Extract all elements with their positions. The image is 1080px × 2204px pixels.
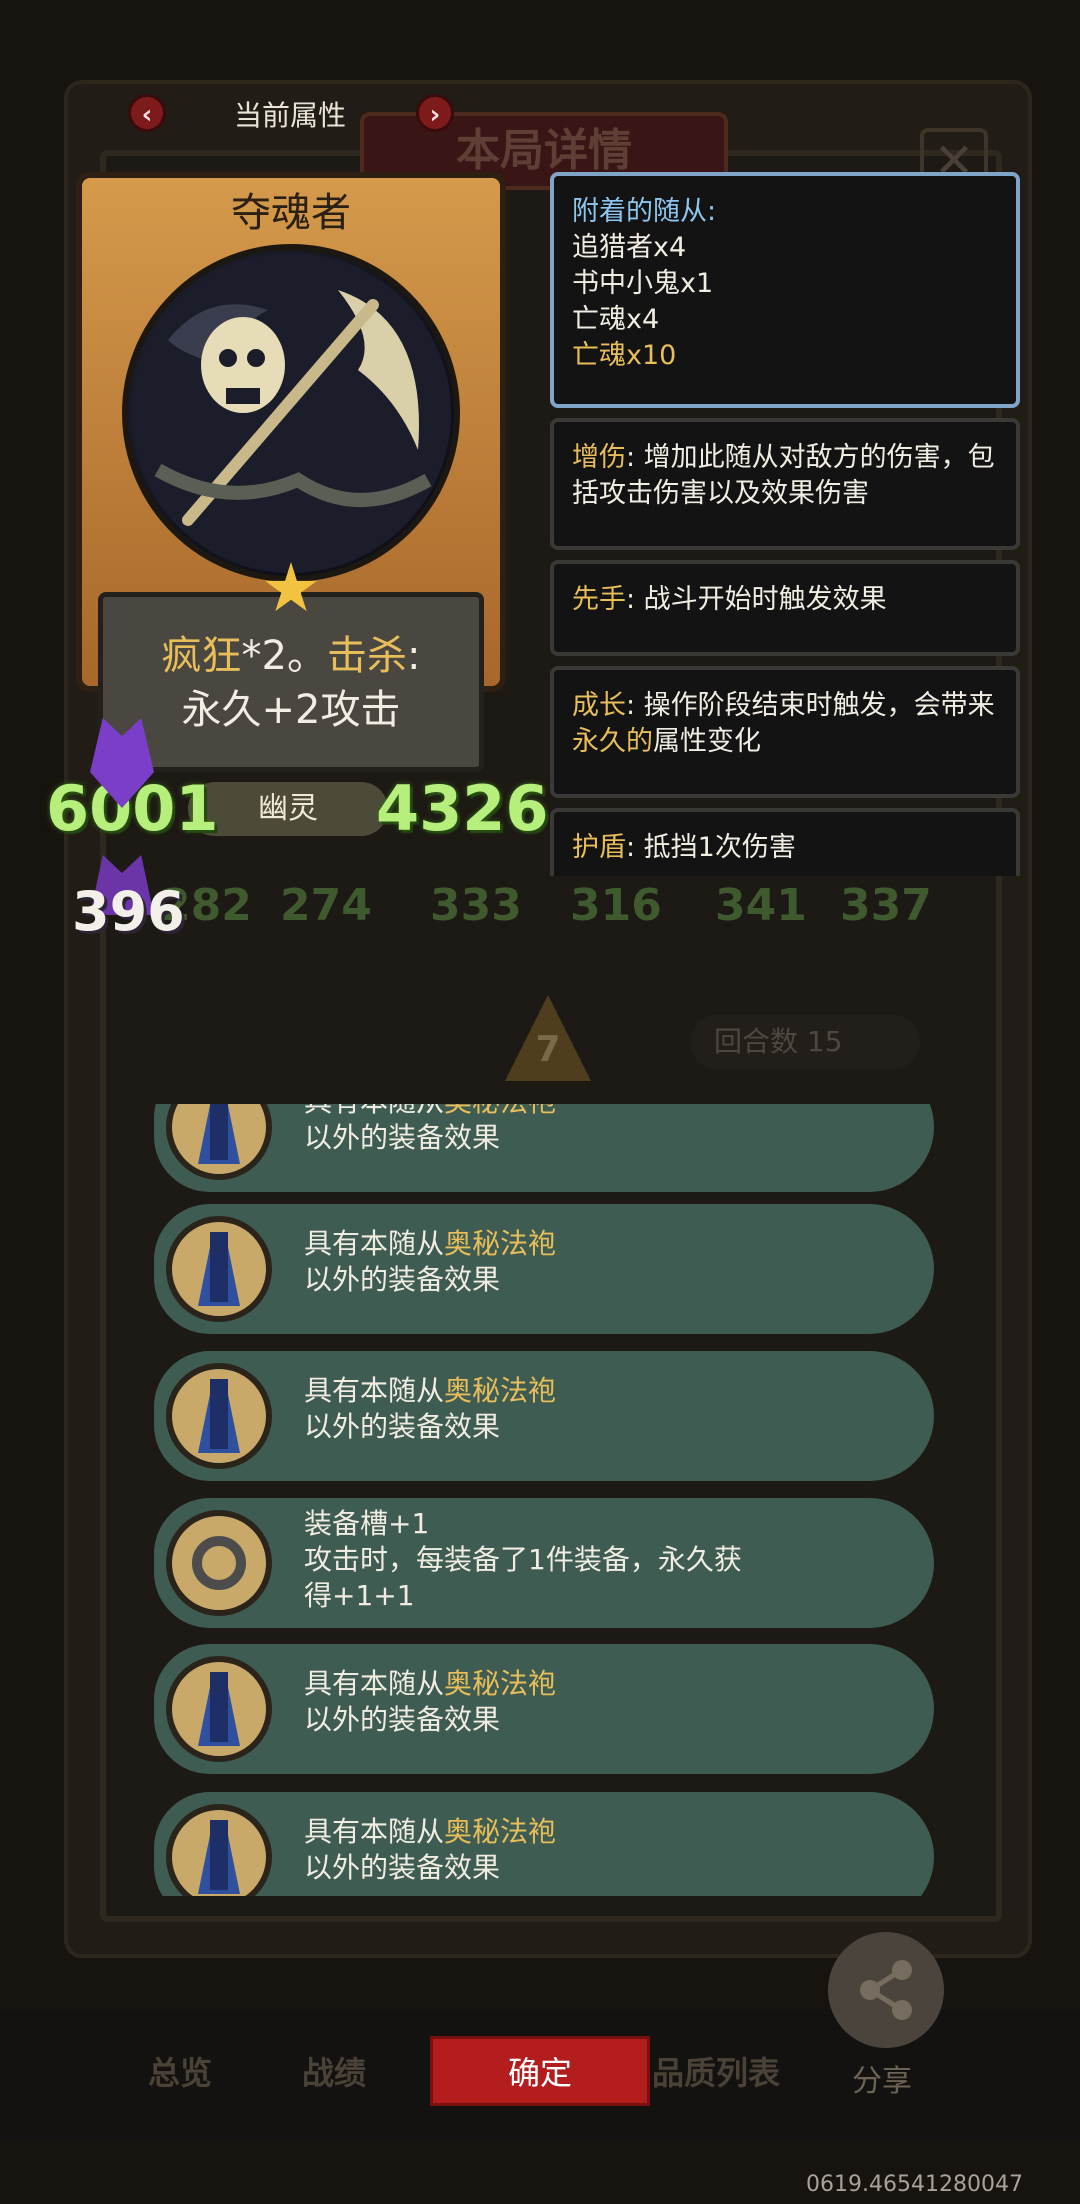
keyword-name: 护盾 bbox=[572, 832, 626, 863]
equipment-row[interactable]: 具有本随从奥秘法袍以外的装备效果 bbox=[154, 1104, 934, 1192]
equipment-text: 具有本随从 bbox=[304, 1227, 445, 1260]
share-icon[interactable] bbox=[828, 1932, 944, 2048]
robe-icon bbox=[166, 1104, 272, 1180]
rounds-counter: 回合数 15 bbox=[690, 1015, 920, 1069]
equipment-text: 具有本随从 bbox=[304, 1667, 445, 1700]
keyword-text: 属性变化 bbox=[653, 726, 761, 757]
equipment-highlight: 奥秘法袍 bbox=[444, 1227, 557, 1260]
reaper-portrait-icon bbox=[122, 244, 460, 582]
next-arrow-button[interactable]: › bbox=[416, 94, 454, 132]
share-label[interactable]: 分享 bbox=[852, 2056, 912, 2100]
board-number: 316 bbox=[570, 880, 662, 931]
equipment-text: 以外的装备效果 bbox=[304, 1410, 501, 1443]
prev-arrow-button[interactable]: ‹ bbox=[128, 94, 166, 132]
board-number: 337 bbox=[840, 880, 932, 931]
secondary-stat: 396 bbox=[72, 880, 185, 943]
keyword-shield: 护盾: 抵挡1次伤害 bbox=[550, 808, 1020, 876]
board-number: 274 bbox=[280, 880, 372, 931]
equipment-row[interactable]: 具有本随从奥秘法袍以外的装备效果 bbox=[154, 1351, 934, 1481]
keyword-highlight: 永久的 bbox=[572, 726, 653, 757]
equipment-text: 具有本随从 bbox=[304, 1815, 445, 1848]
ability-effect: 永久+2攻击 bbox=[181, 687, 401, 733]
keyword-kill: 击杀 bbox=[326, 633, 407, 679]
attached-item: 亡魂x4 bbox=[572, 304, 660, 335]
equipment-row[interactable]: 装备槽+1 攻击时，每装备了1件装备，永久获 得+1+1 bbox=[154, 1498, 934, 1628]
equipment-text: 具有本随从 bbox=[304, 1104, 444, 1118]
equipment-highlight: 奥秘法袍 bbox=[444, 1667, 557, 1700]
equipment-highlight: 奥秘法袍 bbox=[444, 1374, 557, 1407]
keyword-name: 先手 bbox=[572, 584, 626, 615]
equipment-text: 得+1+1 bbox=[304, 1579, 415, 1612]
page-title: 当前属性 bbox=[233, 99, 346, 132]
keyword-first-strike: 先手: 战斗开始时触发效果 bbox=[550, 560, 1020, 656]
attached-heading: 附着的随从: bbox=[572, 196, 717, 227]
keyword-madness: 疯狂 bbox=[161, 633, 242, 679]
equipment-highlight: 奥秘法袍 bbox=[444, 1104, 556, 1118]
attached-item-highlight: 亡魂x10 bbox=[572, 340, 677, 371]
robe-icon bbox=[166, 1656, 272, 1762]
equipment-text: 具有本随从 bbox=[304, 1374, 445, 1407]
equipment-text: 以外的装备效果 bbox=[304, 1851, 501, 1884]
attached-item: 书中小鬼x1 bbox=[572, 268, 714, 299]
robe-icon bbox=[166, 1216, 272, 1322]
attached-minions-panel: 附着的随从: 追猎者x4 书中小鬼x1 亡魂x4 亡魂x10 bbox=[550, 172, 1020, 408]
horseshoe-icon bbox=[166, 1510, 272, 1616]
keyword-growth: 成长: 操作阶段结束时触发，会带来永久的属性变化 bbox=[550, 666, 1020, 798]
keyword-panel-list[interactable]: 附着的随从: 追猎者x4 书中小鬼x1 亡魂x4 亡魂x10 增伤: 增加此随从… bbox=[546, 170, 1026, 876]
equipment-text: 攻击时，每装备了1件装备，永久获 bbox=[304, 1543, 742, 1576]
version-text: 0619.46541280047 bbox=[806, 2172, 1023, 2197]
equipment-highlight: 奥秘法袍 bbox=[444, 1815, 557, 1848]
tab-record[interactable]: 战绩 bbox=[302, 2048, 366, 2094]
ability-colon: : bbox=[406, 633, 421, 679]
keyword-name: 增伤 bbox=[572, 442, 626, 473]
ability-box: 疯狂*2。击杀: 永久+2攻击 bbox=[98, 592, 484, 772]
keyword-damage-boost: 增伤: 增加此随从对敌方的伤害，包括攻击伤害以及效果伤害 bbox=[550, 418, 1020, 550]
ability-multiplier: *2。 bbox=[241, 633, 327, 679]
unit-name: 夺魂者 bbox=[231, 190, 351, 236]
attached-item: 追猎者x4 bbox=[572, 232, 687, 263]
equipment-row[interactable]: 具有本随从奥秘法袍以外的装备效果 bbox=[154, 1644, 934, 1774]
health-stat: 4326 bbox=[376, 772, 549, 845]
tab-quality-list[interactable]: 品质列表 bbox=[652, 2048, 780, 2094]
equipment-list[interactable]: 具有本随从奥秘法袍以外的装备效果 具有本随从奥秘法袍以外的装备效果 具有本随从奥… bbox=[150, 1104, 940, 1896]
equipment-row[interactable]: 具有本随从奥秘法袍以外的装备效果 bbox=[154, 1792, 934, 1896]
robe-icon bbox=[166, 1804, 272, 1896]
robe-icon bbox=[166, 1363, 272, 1469]
keyword-text: : 抵挡1次伤害 bbox=[626, 832, 796, 863]
keyword-name: 成长 bbox=[572, 690, 626, 721]
keyword-text: : 操作阶段结束时触发，会带来 bbox=[626, 690, 995, 721]
tab-overview[interactable]: 总览 bbox=[148, 2048, 212, 2094]
board-number: 333 bbox=[430, 880, 522, 931]
board-number: 341 bbox=[715, 880, 807, 931]
equipment-text: 以外的装备效果 bbox=[304, 1263, 501, 1296]
keyword-text: : 增加此随从对敌方的伤害，包括攻击伤害以及效果伤害 bbox=[572, 442, 995, 509]
equipment-text: 以外的装备效果 bbox=[304, 1703, 501, 1736]
equipment-text: 装备槽+1 bbox=[304, 1507, 430, 1540]
confirm-button[interactable]: 确定 bbox=[430, 2036, 650, 2106]
equipment-row[interactable]: 具有本随从奥秘法袍以外的装备效果 bbox=[154, 1204, 934, 1334]
equipment-text: 以外的装备效果 bbox=[304, 1121, 501, 1154]
keyword-text: : 战斗开始时触发效果 bbox=[626, 584, 887, 615]
